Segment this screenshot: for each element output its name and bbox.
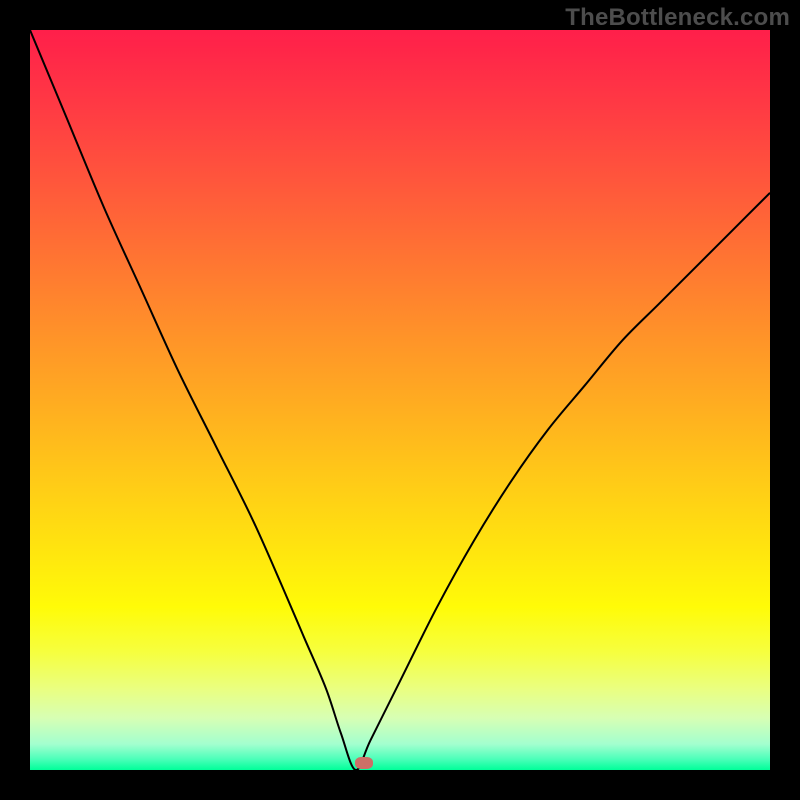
chart-frame: TheBottleneck.com — [0, 0, 800, 800]
optimal-point-marker — [355, 757, 373, 769]
bottleneck-curve — [30, 30, 770, 770]
plot-area — [30, 30, 770, 770]
watermark-text: TheBottleneck.com — [565, 4, 790, 32]
